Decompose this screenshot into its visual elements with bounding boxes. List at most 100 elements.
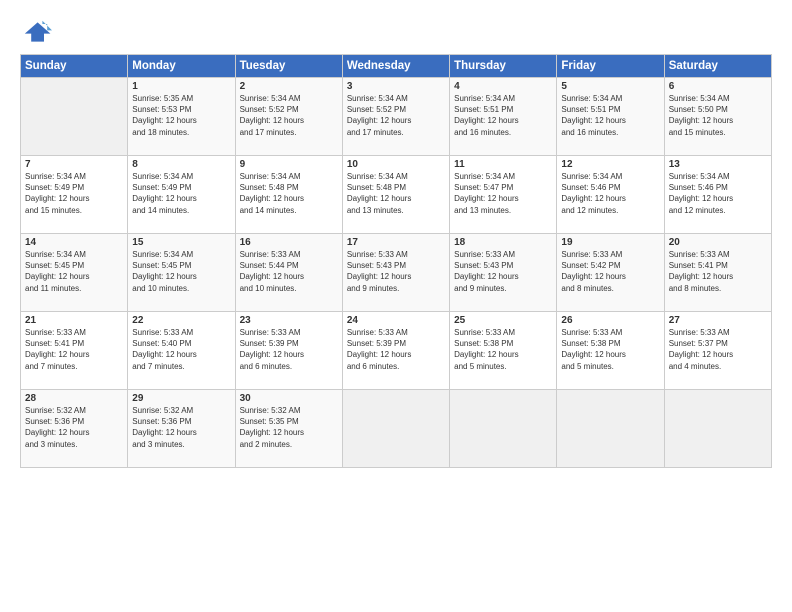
day-number: 27 [669,315,767,326]
day-number: 18 [454,237,552,248]
calendar-cell: 20Sunrise: 5:33 AM Sunset: 5:41 PM Dayli… [664,234,771,312]
day-number: 15 [132,237,230,248]
day-info: Sunrise: 5:34 AM Sunset: 5:46 PM Dayligh… [561,171,659,216]
day-info: Sunrise: 5:34 AM Sunset: 5:46 PM Dayligh… [669,171,767,216]
calendar-cell: 18Sunrise: 5:33 AM Sunset: 5:43 PM Dayli… [450,234,557,312]
calendar-cell: 15Sunrise: 5:34 AM Sunset: 5:45 PM Dayli… [128,234,235,312]
day-number: 29 [132,393,230,404]
day-number: 21 [25,315,123,326]
day-info: Sunrise: 5:34 AM Sunset: 5:52 PM Dayligh… [347,93,445,138]
day-info: Sunrise: 5:34 AM Sunset: 5:47 PM Dayligh… [454,171,552,216]
calendar-cell: 9Sunrise: 5:34 AM Sunset: 5:48 PM Daylig… [235,156,342,234]
day-info: Sunrise: 5:33 AM Sunset: 5:42 PM Dayligh… [561,249,659,294]
calendar-table: SundayMondayTuesdayWednesdayThursdayFrid… [20,54,772,468]
day-number: 9 [240,159,338,170]
day-info: Sunrise: 5:35 AM Sunset: 5:53 PM Dayligh… [132,93,230,138]
calendar-cell [557,390,664,468]
day-number: 6 [669,81,767,92]
day-number: 10 [347,159,445,170]
day-info: Sunrise: 5:33 AM Sunset: 5:43 PM Dayligh… [347,249,445,294]
calendar-cell: 5Sunrise: 5:34 AM Sunset: 5:51 PM Daylig… [557,78,664,156]
day-info: Sunrise: 5:34 AM Sunset: 5:48 PM Dayligh… [240,171,338,216]
header-day-wednesday: Wednesday [342,55,449,78]
calendar-cell: 2Sunrise: 5:34 AM Sunset: 5:52 PM Daylig… [235,78,342,156]
day-info: Sunrise: 5:33 AM Sunset: 5:40 PM Dayligh… [132,327,230,372]
day-info: Sunrise: 5:34 AM Sunset: 5:45 PM Dayligh… [132,249,230,294]
day-info: Sunrise: 5:33 AM Sunset: 5:41 PM Dayligh… [25,327,123,372]
day-number: 3 [347,81,445,92]
day-info: Sunrise: 5:32 AM Sunset: 5:35 PM Dayligh… [240,405,338,450]
day-number: 11 [454,159,552,170]
day-info: Sunrise: 5:34 AM Sunset: 5:51 PM Dayligh… [561,93,659,138]
day-number: 28 [25,393,123,404]
day-number: 5 [561,81,659,92]
day-info: Sunrise: 5:33 AM Sunset: 5:41 PM Dayligh… [669,249,767,294]
calendar-cell [664,390,771,468]
day-info: Sunrise: 5:34 AM Sunset: 5:48 PM Dayligh… [347,171,445,216]
day-info: Sunrise: 5:33 AM Sunset: 5:37 PM Dayligh… [669,327,767,372]
calendar-cell: 8Sunrise: 5:34 AM Sunset: 5:49 PM Daylig… [128,156,235,234]
day-number: 12 [561,159,659,170]
day-info: Sunrise: 5:34 AM Sunset: 5:49 PM Dayligh… [25,171,123,216]
day-number: 8 [132,159,230,170]
calendar-cell: 1Sunrise: 5:35 AM Sunset: 5:53 PM Daylig… [128,78,235,156]
calendar-cell: 11Sunrise: 5:34 AM Sunset: 5:47 PM Dayli… [450,156,557,234]
calendar-cell: 17Sunrise: 5:33 AM Sunset: 5:43 PM Dayli… [342,234,449,312]
calendar-cell: 16Sunrise: 5:33 AM Sunset: 5:44 PM Dayli… [235,234,342,312]
calendar-cell [21,78,128,156]
calendar-cell: 14Sunrise: 5:34 AM Sunset: 5:45 PM Dayli… [21,234,128,312]
day-number: 22 [132,315,230,326]
day-info: Sunrise: 5:33 AM Sunset: 5:43 PM Dayligh… [454,249,552,294]
calendar-cell: 4Sunrise: 5:34 AM Sunset: 5:51 PM Daylig… [450,78,557,156]
week-row-3: 14Sunrise: 5:34 AM Sunset: 5:45 PM Dayli… [21,234,772,312]
logo-icon [20,16,52,48]
header-day-sunday: Sunday [21,55,128,78]
calendar-cell: 24Sunrise: 5:33 AM Sunset: 5:39 PM Dayli… [342,312,449,390]
calendar-cell: 23Sunrise: 5:33 AM Sunset: 5:39 PM Dayli… [235,312,342,390]
header [20,16,772,48]
day-number: 19 [561,237,659,248]
calendar-cell: 26Sunrise: 5:33 AM Sunset: 5:38 PM Dayli… [557,312,664,390]
day-number: 4 [454,81,552,92]
header-day-saturday: Saturday [664,55,771,78]
calendar-cell: 27Sunrise: 5:33 AM Sunset: 5:37 PM Dayli… [664,312,771,390]
week-row-2: 7Sunrise: 5:34 AM Sunset: 5:49 PM Daylig… [21,156,772,234]
calendar-cell [342,390,449,468]
day-number: 17 [347,237,445,248]
day-number: 13 [669,159,767,170]
day-number: 14 [25,237,123,248]
day-info: Sunrise: 5:34 AM Sunset: 5:49 PM Dayligh… [132,171,230,216]
day-info: Sunrise: 5:32 AM Sunset: 5:36 PM Dayligh… [25,405,123,450]
day-number: 20 [669,237,767,248]
calendar-cell: 3Sunrise: 5:34 AM Sunset: 5:52 PM Daylig… [342,78,449,156]
calendar-cell: 13Sunrise: 5:34 AM Sunset: 5:46 PM Dayli… [664,156,771,234]
header-day-thursday: Thursday [450,55,557,78]
calendar-cell [450,390,557,468]
page: SundayMondayTuesdayWednesdayThursdayFrid… [0,0,792,612]
day-number: 24 [347,315,445,326]
day-number: 1 [132,81,230,92]
week-row-5: 28Sunrise: 5:32 AM Sunset: 5:36 PM Dayli… [21,390,772,468]
calendar-cell: 30Sunrise: 5:32 AM Sunset: 5:35 PM Dayli… [235,390,342,468]
day-info: Sunrise: 5:34 AM Sunset: 5:50 PM Dayligh… [669,93,767,138]
day-info: Sunrise: 5:33 AM Sunset: 5:39 PM Dayligh… [347,327,445,372]
calendar-cell: 29Sunrise: 5:32 AM Sunset: 5:36 PM Dayli… [128,390,235,468]
logo [20,16,56,48]
day-info: Sunrise: 5:34 AM Sunset: 5:45 PM Dayligh… [25,249,123,294]
header-day-tuesday: Tuesday [235,55,342,78]
day-info: Sunrise: 5:32 AM Sunset: 5:36 PM Dayligh… [132,405,230,450]
day-info: Sunrise: 5:34 AM Sunset: 5:51 PM Dayligh… [454,93,552,138]
header-day-friday: Friday [557,55,664,78]
day-number: 25 [454,315,552,326]
calendar-cell: 7Sunrise: 5:34 AM Sunset: 5:49 PM Daylig… [21,156,128,234]
calendar-cell: 22Sunrise: 5:33 AM Sunset: 5:40 PM Dayli… [128,312,235,390]
day-info: Sunrise: 5:33 AM Sunset: 5:44 PM Dayligh… [240,249,338,294]
day-number: 30 [240,393,338,404]
day-number: 26 [561,315,659,326]
day-info: Sunrise: 5:33 AM Sunset: 5:38 PM Dayligh… [561,327,659,372]
day-number: 23 [240,315,338,326]
day-number: 16 [240,237,338,248]
day-number: 7 [25,159,123,170]
calendar-cell: 19Sunrise: 5:33 AM Sunset: 5:42 PM Dayli… [557,234,664,312]
day-info: Sunrise: 5:33 AM Sunset: 5:38 PM Dayligh… [454,327,552,372]
